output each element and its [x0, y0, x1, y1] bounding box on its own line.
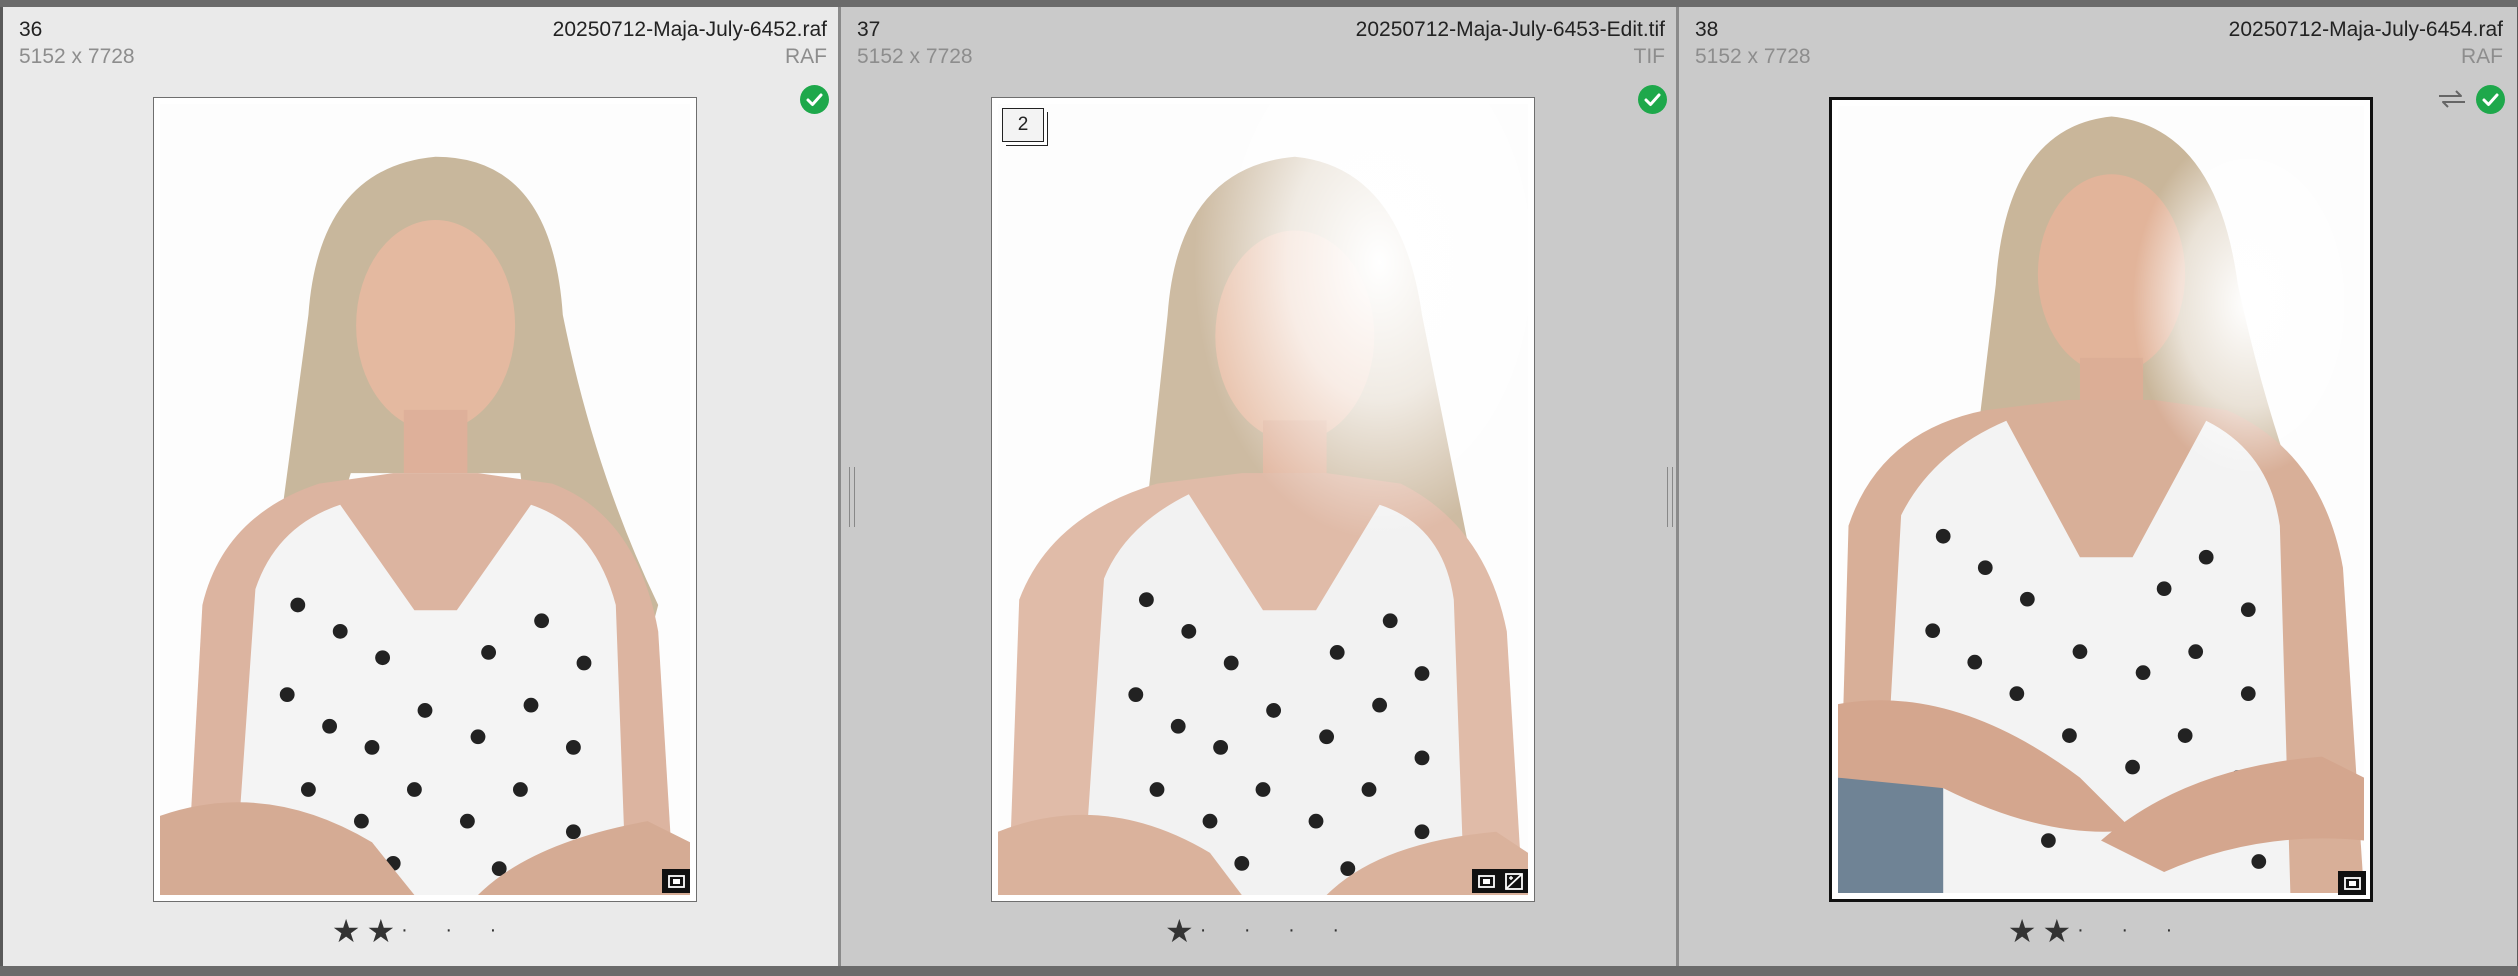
rating-dots: · · · [401, 919, 513, 941]
cell-filetype: RAF [785, 45, 827, 68]
cell-index: 36 [19, 18, 43, 41]
rating-dots: · · · · [1199, 919, 1355, 941]
check-icon[interactable] [2476, 85, 2505, 114]
photo-frame[interactable] [153, 97, 697, 902]
grid-cell-37[interactable]: 37 20250712-Maja-July-6453-Edit.tif 5152… [841, 7, 1679, 966]
cell-filetype: RAF [2461, 45, 2503, 68]
rating-stars: ★★ [2007, 913, 2078, 949]
cell-filename: 20250712-Maja-July-6454.raf [2228, 18, 2503, 41]
grid-top-edge [0, 0, 2518, 7]
star-rating[interactable]: ★· · · · [841, 912, 1679, 950]
star-rating[interactable]: ★★· · · [1679, 912, 2517, 950]
photo-frame[interactable]: 2 [991, 97, 1535, 902]
cell-dimensions: 5152 x 7728 [19, 45, 135, 68]
stack-count-badge[interactable]: 2 [1002, 108, 1044, 142]
cell-index: 37 [857, 18, 881, 41]
check-icon[interactable] [1638, 85, 1667, 114]
cell-filename: 20250712-Maja-July-6452.raf [552, 18, 827, 41]
photo-thumbnail[interactable] [160, 104, 690, 895]
virtual-copy-icon [2338, 871, 2366, 895]
rating-dots: · · · [2077, 919, 2189, 941]
develop-adjusted-icon [1500, 869, 1528, 893]
cell-index: 38 [1695, 18, 1719, 41]
rating-stars: ★ [1165, 913, 1200, 949]
grid-cell-36[interactable]: 36 20250712-Maja-July-6452.raf 5152 x 77… [3, 7, 841, 966]
grid-cell-38[interactable]: 38 20250712-Maja-July-6454.raf 5152 x 77… [1667, 7, 2517, 966]
rating-stars: ★★ [331, 913, 402, 949]
grid-bottom-edge [0, 966, 2518, 976]
cell-filename: 20250712-Maja-July-6453-Edit.tif [1355, 18, 1665, 41]
photo-thumbnail[interactable] [1838, 106, 2364, 893]
sync-arrows-icon [2439, 90, 2465, 108]
resize-handle[interactable] [849, 467, 855, 527]
check-icon[interactable] [800, 85, 829, 114]
cell-dimensions: 5152 x 7728 [857, 45, 973, 68]
photo-thumbnail[interactable] [998, 104, 1528, 895]
star-rating[interactable]: ★★· · · [3, 912, 841, 950]
resize-handle[interactable] [1667, 467, 1673, 527]
virtual-copy-icon [662, 869, 690, 893]
library-grid: 36 20250712-Maja-July-6452.raf 5152 x 77… [0, 0, 2518, 976]
cell-filetype: TIF [1633, 45, 1666, 68]
photo-frame[interactable] [1829, 97, 2373, 902]
virtual-copy-icon [1472, 869, 1500, 893]
cell-dimensions: 5152 x 7728 [1695, 45, 1811, 68]
